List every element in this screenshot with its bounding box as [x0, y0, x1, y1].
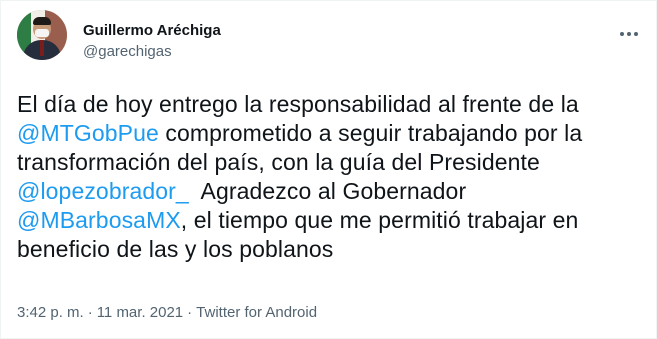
tweet-text-line: @MBarbosaMX, el tiempo que me permitió t… [17, 207, 579, 233]
tweet-text-line: @MTGobPue comprometido a seguir trabajan… [17, 120, 583, 146]
meta-separator: · [187, 304, 193, 321]
tweet-time[interactable]: 3:42 p. m. [17, 304, 84, 321]
tweet-text-line: El día de hoy entrego la responsabilidad… [17, 91, 579, 117]
tweet-text-line: beneficio de las y los poblanos [17, 236, 334, 262]
tweet-text-line: transformación del país, con la guía del… [17, 149, 540, 175]
meta-separator: · [87, 304, 93, 321]
more-options-icon[interactable] [618, 24, 640, 44]
avatar[interactable] [17, 10, 67, 60]
tweet-date[interactable]: 11 mar. 2021 [97, 304, 183, 321]
author-handle[interactable]: @garechigas [83, 43, 221, 61]
mention-link[interactable]: @MTGobPue [17, 120, 159, 146]
tweet-text: El día de hoy entrego la responsabilidad… [17, 90, 647, 264]
tweet-meta: 3:42 p. m. · 11 mar. 2021 · Twitter for Andr… [17, 304, 317, 322]
mention-link[interactable]: @MBarbosaMX [17, 207, 181, 233]
tweet-header: Guillermo Aréchiga @garechigas [17, 10, 642, 62]
tweet-text-line: @lopezobrador_ Agradezco al Gobernador [17, 178, 467, 204]
author-names: Guillermo Aréchiga @garechigas [83, 22, 221, 61]
author-display-name[interactable]: Guillermo Aréchiga [83, 22, 221, 40]
mention-link[interactable]: @lopezobrador_ [17, 178, 189, 204]
tweet-source[interactable]: Twitter for Android [196, 304, 317, 321]
tweet-card: Guillermo Aréchiga @garechigas El día de… [0, 0, 657, 339]
